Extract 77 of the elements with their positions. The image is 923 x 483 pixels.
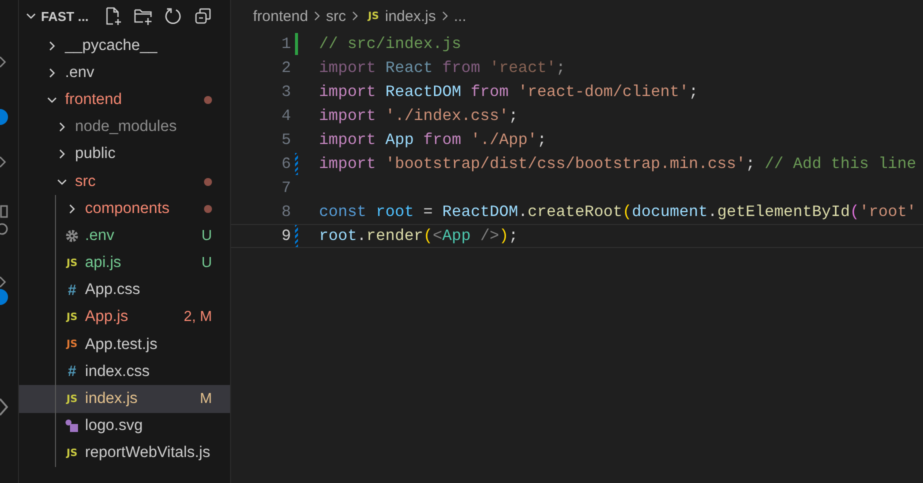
file-name: index.css <box>85 362 150 381</box>
file-tree-item[interactable]: # App.css <box>19 276 230 304</box>
line-number: 9 <box>280 227 291 245</box>
file-tree-item[interactable]: .env <box>19 59 230 86</box>
chevron-right-icon <box>440 10 450 22</box>
file-name: src <box>75 172 96 191</box>
line-number: 8 <box>280 203 291 221</box>
code-line: import ReactDOM from 'react-dom/client'; <box>319 83 698 101</box>
file-tree-item[interactable]: components <box>19 195 230 222</box>
code-line: root.render(<App />); <box>319 227 518 245</box>
hash-icon: # <box>65 363 79 380</box>
file-name: components <box>85 200 170 218</box>
code-line: import 'bootstrap/dist/css/bootstrap.min.css'; // Add this line <box>319 155 916 173</box>
file-name: .env <box>85 226 114 245</box>
line-number: 2 <box>280 59 291 77</box>
file-name: App.test.js <box>85 336 158 354</box>
git-status: 2, M <box>184 309 212 326</box>
file-tree-item[interactable]: JS App.js 2, M <box>19 304 230 332</box>
shapes-icon <box>65 419 79 434</box>
explorer-title[interactable]: FAST ... <box>41 8 89 24</box>
collapse-all-icon[interactable] <box>192 6 213 26</box>
chevron-right-icon <box>350 10 360 22</box>
code-line: import App from './App'; <box>319 131 547 149</box>
file-tree-item[interactable]: __pycache__ <box>19 32 230 60</box>
breadcrumb-item[interactable]: src <box>326 8 346 24</box>
file-tree-item[interactable]: JS api.js U <box>19 250 230 277</box>
breadcrumb-item[interactable]: ... <box>454 8 466 24</box>
file-tree-item[interactable]: src <box>19 168 230 196</box>
javascript-file-icon: JS <box>65 339 79 350</box>
breadcrumb-item[interactable]: index.js <box>384 8 436 24</box>
line-number: 5 <box>280 131 291 149</box>
line-number: 4 <box>280 107 291 125</box>
breadcrumb-item[interactable]: frontend <box>253 8 308 24</box>
gear-icon <box>65 228 79 243</box>
file-name: .env <box>65 64 94 82</box>
line-number: 7 <box>280 179 291 197</box>
code-line: import React from 'react'; <box>319 59 566 77</box>
file-tree-item[interactable]: JS index.js M <box>19 385 230 413</box>
chevron-right-icon[interactable] <box>0 55 6 69</box>
file-tree-item[interactable]: public <box>19 140 230 168</box>
javascript-file-icon: JS <box>65 258 79 269</box>
hash-icon: # <box>65 282 79 299</box>
chevron-right-icon <box>312 10 322 22</box>
git-status: U <box>202 228 212 244</box>
chevron-right-icon[interactable] <box>0 155 6 169</box>
file-tree-item[interactable]: # index.css <box>19 358 230 386</box>
file-tree-item[interactable]: JS reportWebVitals.js <box>19 440 230 467</box>
file-tree-item[interactable]: .env U <box>19 222 230 250</box>
file-name: reportWebVitals.js <box>85 444 210 462</box>
chevron-right-icon[interactable] <box>0 398 8 416</box>
file-name: public <box>75 145 116 164</box>
git-status: U <box>202 255 212 272</box>
file-tree-item[interactable]: JS App.test.js <box>19 331 230 358</box>
code-line: const root = ReactDOM.createRoot(document.getElementById('root' <box>319 203 916 221</box>
javascript-file-icon: JS <box>368 10 379 22</box>
file-tree-item[interactable]: logo.svg <box>19 412 230 440</box>
file-name: App.js <box>85 308 128 326</box>
line-number: 3 <box>280 83 291 101</box>
file-name: logo.svg <box>85 417 143 436</box>
line-number: 6 <box>280 155 291 173</box>
file-name: api.js <box>85 254 122 272</box>
file-name: App.css <box>85 281 140 300</box>
code-line: import './index.css'; <box>319 107 518 125</box>
javascript-file-icon: JS <box>65 312 79 323</box>
file-name: __pycache__ <box>65 36 158 55</box>
file-tree-item[interactable]: frontend <box>19 86 230 114</box>
git-status: M <box>200 391 212 408</box>
file-name: node_modules <box>75 118 177 136</box>
javascript-file-icon: JS <box>65 448 79 459</box>
file-tree-item[interactable]: node_modules <box>19 114 230 141</box>
file-name: frontend <box>65 90 122 109</box>
javascript-file-icon: JS <box>65 394 79 405</box>
file-name: index.js <box>85 390 138 408</box>
code-line: // src/index.js <box>319 35 462 53</box>
refresh-icon[interactable] <box>162 6 183 26</box>
line-number: 1 <box>280 35 291 53</box>
chevron-right-icon[interactable] <box>0 275 6 289</box>
